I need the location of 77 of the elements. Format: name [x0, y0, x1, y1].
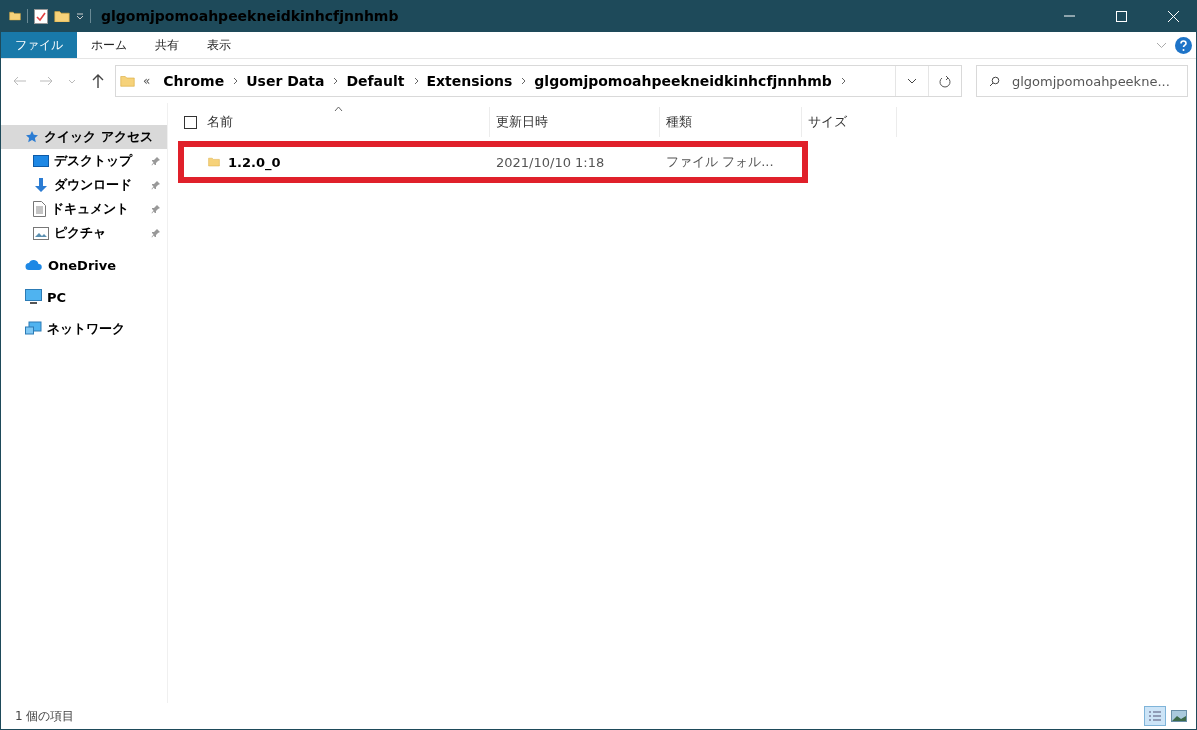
- breadcrumb[interactable]: Default: [341, 73, 410, 89]
- name-cell[interactable]: 1.2.0_0: [184, 154, 490, 170]
- search-input[interactable]: glgomjpomoahpeekne...: [1010, 72, 1184, 90]
- pin-icon[interactable]: [151, 180, 161, 190]
- chevron-down-icon[interactable]: [1156, 41, 1167, 49]
- pin-icon[interactable]: [151, 228, 161, 238]
- sidebar-item[interactable]: PC: [1, 285, 167, 309]
- folder-icon: [9, 11, 21, 21]
- sidebar-label: PC: [47, 289, 68, 305]
- sidebar-label: クイック アクセス: [44, 128, 154, 146]
- sidebar-item[interactable]: ドキュメント: [1, 197, 167, 221]
- column-header[interactable]: 更新日時: [490, 107, 660, 137]
- properties-icon[interactable]: [34, 8, 48, 24]
- down-arrow-icon: [33, 177, 49, 193]
- new-folder-icon: [54, 9, 70, 23]
- help-icon[interactable]: [1175, 36, 1192, 54]
- chevron-down-icon: [907, 78, 917, 84]
- network-icon: [25, 321, 42, 337]
- sidebar-item[interactable]: ダウンロード: [1, 173, 167, 197]
- desktop-icon: [33, 154, 49, 168]
- sidebar-label: ネットワーク: [47, 320, 126, 338]
- status-text: 1 個の項目: [15, 707, 75, 725]
- column-header[interactable]: サイズ: [802, 107, 897, 137]
- minimize-icon: [1063, 15, 1075, 17]
- window-title: glgomjpomoahpeekneidkinhcfjnnhmb: [101, 8, 400, 24]
- sort-caret-icon: [334, 106, 343, 112]
- document-icon: [33, 201, 46, 217]
- search-icon: [989, 75, 1000, 87]
- ribbon-tab[interactable]: 共有: [141, 32, 193, 58]
- up-arrow-icon: [92, 74, 104, 88]
- column-label: 更新日時: [496, 113, 548, 131]
- column-label: 名前: [207, 113, 233, 131]
- close-icon: [1167, 10, 1179, 22]
- ribbon-tab[interactable]: ホーム: [77, 32, 141, 58]
- select-all-checkbox[interactable]: [184, 115, 197, 129]
- breadcrumb[interactable]: glgomjpomoahpeekneidkinhcfjnnhmb: [529, 73, 837, 89]
- computer-icon: [25, 289, 42, 305]
- maximize-icon: [1115, 10, 1127, 22]
- breadcrumb[interactable]: Chrome: [158, 73, 230, 89]
- file-name: 1.2.0_0: [228, 154, 281, 170]
- sidebar-item[interactable]: OneDrive: [1, 253, 167, 277]
- star-icon: [25, 130, 39, 144]
- sidebar-label: ダウンロード: [54, 176, 133, 194]
- sidebar-item[interactable]: デスクトップ: [1, 149, 167, 173]
- folder-icon: [208, 157, 220, 167]
- sidebar-label: デスクトップ: [54, 152, 134, 170]
- search-box[interactable]: glgomjpomoahpeekne...: [976, 65, 1188, 97]
- column-label: 種類: [666, 113, 692, 131]
- column-header[interactable]: 名前: [178, 107, 490, 137]
- dropdown-icon[interactable]: [76, 12, 84, 20]
- chevron-down-icon: [68, 78, 76, 84]
- column-header[interactable]: 種類: [660, 107, 802, 137]
- right-arrow-icon: [39, 76, 53, 86]
- pin-icon[interactable]: [151, 156, 161, 166]
- date-cell-text: 2021/10/10 1:18: [495, 154, 606, 170]
- type-cell-text: ファイル フォル...: [665, 153, 775, 171]
- sidebar-item[interactable]: ピクチャ: [1, 221, 167, 245]
- address-bar[interactable]: « Chrome User Data Default Extensions glgomjpomoahpeekneidkinhcfjnnhmb: [115, 65, 962, 97]
- breadcrumb[interactable]: User Data: [241, 73, 330, 89]
- picture-icon: [1171, 710, 1187, 722]
- sidebar-label: ピクチャ: [54, 224, 107, 242]
- pin-icon[interactable]: [151, 204, 161, 214]
- column-label: サイズ: [808, 113, 847, 131]
- sidebar-item[interactable]: ネットワーク: [1, 317, 167, 341]
- folder-icon: [120, 75, 135, 87]
- sidebar-label: ドキュメント: [51, 200, 130, 218]
- ribbon-tab[interactable]: 表示: [193, 32, 245, 58]
- refresh-icon: [939, 74, 951, 88]
- picture-icon: [33, 226, 49, 240]
- ribbon-tab[interactable]: ファイル: [1, 32, 77, 58]
- sidebar-item[interactable]: クイック アクセス: [1, 125, 167, 149]
- sidebar-label: OneDrive: [48, 257, 118, 273]
- breadcrumb[interactable]: Extensions: [421, 73, 518, 89]
- list-icon: [1148, 710, 1162, 722]
- cloud-icon: [25, 259, 43, 271]
- left-arrow-icon: [13, 76, 27, 86]
- overflow-chevron[interactable]: «: [135, 74, 159, 88]
